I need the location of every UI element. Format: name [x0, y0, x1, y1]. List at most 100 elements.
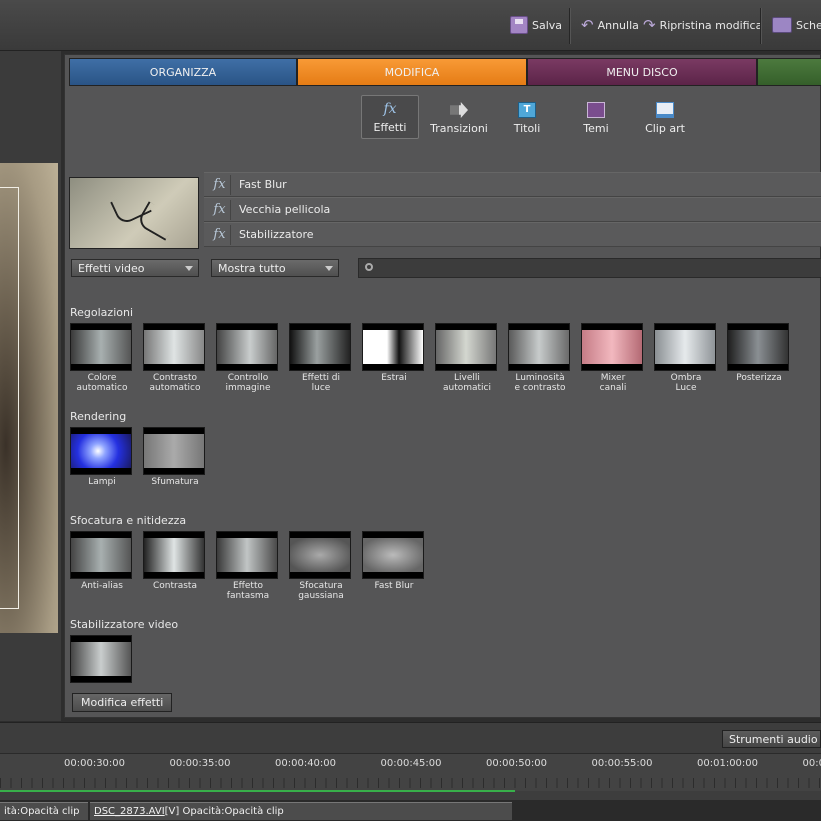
effect-label: Posterizza	[727, 373, 791, 383]
effect-tile[interactable]: Estrai	[362, 323, 426, 383]
timecode-label: 00:00:30:00	[64, 758, 126, 769]
effect-tile[interactable]: Livelli automatici	[435, 323, 499, 393]
effect-thumbnail	[70, 427, 132, 475]
effect-tile[interactable]	[70, 635, 134, 685]
effect-preview-image	[71, 642, 131, 676]
subtab-temi[interactable]: Temi	[567, 95, 625, 139]
effect-tile[interactable]: Fast Blur	[362, 531, 426, 591]
effect-tile[interactable]: Lampi	[70, 427, 134, 487]
tab-modifica[interactable]: MODIFICA	[297, 58, 527, 86]
effect-label-line: Luce	[675, 383, 697, 393]
effect-label-line: e contrasto	[514, 383, 566, 393]
effect-label: Mixer canali	[581, 373, 645, 393]
effect-tile[interactable]: Sfocatura gaussiana	[289, 531, 353, 601]
effect-label-line: Effetti di	[301, 373, 341, 383]
effect-label-line: Anti-alias	[81, 581, 123, 591]
effect-preview-image	[71, 538, 131, 572]
effect-label: Ombra Luce	[654, 373, 718, 393]
effect-tile[interactable]: Contrasto automatico	[143, 323, 207, 393]
applied-effect-row[interactable]: fx Stabilizzatore	[204, 222, 821, 247]
effect-label: Effetti di luce	[289, 373, 353, 393]
dropdown-value: Mostra tutto	[218, 261, 286, 275]
effect-preview-image	[290, 330, 350, 364]
effect-tile[interactable]: Colore automatico	[70, 323, 134, 393]
effect-tile[interactable]: Effetto fantasma	[216, 531, 280, 601]
effect-tile[interactable]: Anti-alias	[70, 531, 134, 591]
transition-icon	[450, 102, 468, 118]
effect-label-line: Effetto	[233, 581, 263, 591]
subtab-clipart[interactable]: Clip art	[636, 95, 694, 139]
cut-label: rilievo	[232, 287, 257, 288]
subtab-effetti[interactable]: fx Effetti	[361, 95, 419, 139]
effect-search-input[interactable]	[358, 258, 821, 278]
effect-preview-image	[71, 330, 131, 364]
timeline-clip[interactable]: DSC_2873.AVI [V] Opacità:Opacità clip	[90, 802, 512, 820]
applied-effect-row[interactable]: fx Fast Blur	[204, 172, 821, 197]
edit-subtabs: fx Effetti Transizioni T Titoli Temi Cli…	[65, 93, 821, 141]
effect-preview-image	[363, 538, 423, 572]
effect-label-line: Controllo	[227, 373, 269, 383]
effect-label-line: Lampi	[88, 477, 116, 487]
effect-thumbnail	[362, 323, 424, 371]
effect-label-line: fantasma	[226, 591, 270, 601]
effect-thumbnail	[70, 323, 132, 371]
timecode-label: 00:00:40:00	[275, 758, 337, 769]
effect-label-line: Posterizza	[736, 373, 782, 383]
undo-icon: ↶	[581, 16, 594, 34]
audio-tools-dropdown[interactable]: Strumenti audio	[722, 730, 821, 748]
effect-tile[interactable]: Ombra Luce	[654, 323, 718, 393]
effect-tile[interactable]: Mixer canali	[581, 323, 645, 393]
effect-label-line: Sfumatura	[151, 477, 199, 487]
effect-tile[interactable]: Contrasta	[143, 531, 207, 591]
save-label: Salva	[532, 18, 563, 32]
toolbar-divider	[569, 8, 570, 44]
effect-thumbnail	[216, 323, 278, 371]
timeline-clip[interactable]: ità:Opacità clip	[0, 802, 88, 820]
tab-organizza[interactable]: ORGANIZZA	[69, 58, 297, 86]
effect-tile[interactable]: Controllo immagine	[216, 323, 280, 393]
timecode-label: 00:01:00:00	[697, 758, 759, 769]
show-filter-dropdown[interactable]: Mostra tutto	[211, 259, 339, 277]
undo-button[interactable]: ↶ Annulla	[581, 14, 639, 36]
effect-tile[interactable]: Posterizza	[727, 323, 791, 383]
subtab-titoli[interactable]: T Titoli	[498, 95, 556, 139]
effect-label: Luminosità e contrasto	[508, 373, 572, 393]
redo-button[interactable]: ↷ Ripristina modifica	[643, 14, 762, 36]
fx-icon: fx	[209, 174, 231, 195]
effect-type-dropdown[interactable]: Effetti video	[71, 259, 199, 277]
screen-button[interactable]: Sche	[772, 14, 821, 36]
save-button[interactable]: Salva	[510, 14, 562, 36]
fx-icon: fx	[209, 199, 231, 220]
tab-menu-disco[interactable]: MENU DISCO	[527, 58, 757, 86]
subtab-transizioni[interactable]: Transizioni	[427, 95, 491, 139]
clip-label: [V] Opacità:Opacità clip	[164, 806, 284, 817]
effect-preview-image	[217, 538, 277, 572]
effect-preview-image	[217, 330, 277, 364]
tab-condividi[interactable]	[757, 58, 821, 86]
effect-preview-image	[144, 538, 204, 572]
effect-thumbnail	[362, 531, 424, 579]
subtab-label: Transizioni	[430, 122, 488, 135]
applied-effect-row[interactable]: fx Vecchia pellicola	[204, 197, 821, 222]
theme-icon	[587, 102, 605, 118]
effect-label-line: Fast Blur	[374, 581, 414, 591]
effect-label-line: Estrai	[381, 373, 407, 383]
render-bar	[0, 790, 515, 792]
effect-label: Effetto fantasma	[216, 581, 280, 601]
save-icon	[510, 16, 528, 34]
video-track: ità:Opacità clip DSC_2873.AVI [V] Opacit…	[0, 800, 821, 821]
effect-preview-image	[363, 330, 423, 364]
timeline-ruler[interactable]: 00:00:30:00 00:00:35:00 00:00:40:00 00:00:4…	[0, 753, 821, 792]
dropdown-value: Effetti video	[78, 261, 145, 275]
effect-label-line: Sfocatura	[299, 581, 343, 591]
effect-thumbnail	[289, 323, 351, 371]
modify-effects-button[interactable]: Modifica effetti	[72, 693, 173, 712]
toolbar-divider	[760, 8, 761, 44]
effect-tile[interactable]: Luminosità e contrasto	[508, 323, 572, 393]
cut-label: esterna	[305, 287, 335, 288]
effect-preview-image	[509, 330, 569, 364]
effect-label: Fast Blur	[362, 581, 426, 591]
effect-preview-image	[144, 434, 204, 468]
effect-tile[interactable]: Sfumatura	[143, 427, 207, 487]
effect-tile[interactable]: Effetti di luce	[289, 323, 353, 393]
